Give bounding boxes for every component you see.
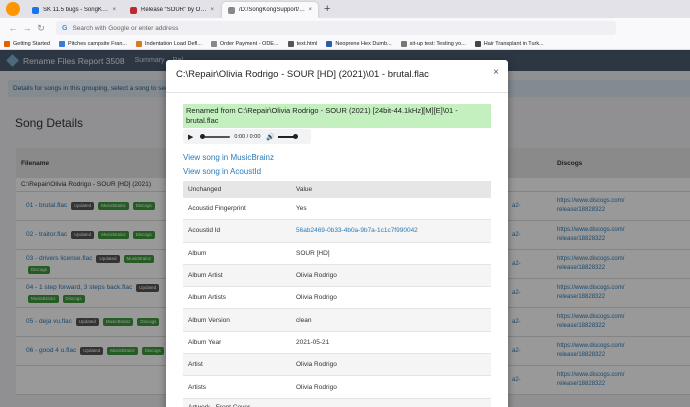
browser-tab-bar: SK 11.5 bugs - SongKong Musi × Release “… [0, 0, 690, 18]
bookmark-item[interactable]: Order Payment - ODE... [210, 40, 279, 47]
table-row: Album Artists Olivia Rodrigo [183, 287, 491, 310]
tab-label: /D:/SongKongSupport/daren.p [239, 7, 306, 13]
field-value: Olivia Rodrigo [296, 383, 337, 391]
table-row: Acoustid Fingerprint Yes [183, 198, 491, 221]
volume-slider[interactable] [278, 133, 299, 139]
address-placeholder: Search with Google or enter address [72, 24, 179, 32]
browser-tab-1[interactable]: SK 11.5 bugs - SongKong Musi × [26, 2, 122, 18]
metadata-table: Unchanged Value Acoustid Fingerprint Yes … [183, 181, 491, 407]
field-value: SOUR [HD] [296, 249, 330, 257]
bookmark-item[interactable]: sit-up test: Testing yo... [400, 40, 466, 47]
field-key: Acoustid Fingerprint [188, 205, 246, 213]
field-key: Album Year [188, 338, 222, 346]
field-key: Album Artists [188, 294, 226, 302]
field-value: clean [296, 316, 312, 324]
bookmark-icon [287, 40, 294, 47]
table-row: Album Year 2021-05-21 [183, 332, 491, 355]
bookmark-item[interactable]: Hair Transplant in Turk... [474, 40, 544, 47]
field-key: Album [188, 249, 207, 257]
volume-icon[interactable]: 🔊 [266, 133, 275, 141]
bookmark-item[interactable]: Neoprene Hex Dumb... [326, 40, 392, 47]
bookmark-item[interactable]: Pitches campsite Fran... [59, 40, 127, 47]
bookmark-icon [326, 40, 333, 47]
tab-label: SK 11.5 bugs - SongKong Musi [43, 7, 110, 13]
acoustid-link[interactable]: View song in AcoustId [183, 167, 261, 176]
tab-favicon-icon [32, 6, 39, 14]
new-tab-button[interactable]: + [324, 3, 330, 15]
bookmarks-bar: Getting Started Pitches campsite Fran...… [0, 38, 690, 50]
close-tab-icon[interactable]: × [112, 7, 116, 13]
play-icon[interactable]: ▶ [188, 133, 193, 141]
reload-icon[interactable]: ↻ [34, 23, 48, 34]
bookmark-icon [59, 40, 65, 47]
renamed-from-notice: Renamed from C:\Repair\Olivia Rodrigo - … [183, 104, 491, 128]
bookmark-icon [136, 40, 142, 47]
column-value: Value [296, 186, 313, 193]
field-key: Album Version [188, 316, 230, 324]
table-row: Artist Olivia Rodrigo [183, 354, 491, 377]
field-key: Artists [188, 383, 207, 391]
tab-favicon-icon [228, 6, 235, 14]
table-row: Album SOUR [HD] [183, 243, 491, 265]
table-row: Album Version clean [183, 309, 491, 332]
forward-icon[interactable]: → [20, 23, 34, 33]
tab-favicon-icon [130, 6, 137, 14]
column-unchanged: Unchanged [188, 186, 222, 193]
musicbrainz-link[interactable]: View song in MusicBrainz [183, 153, 274, 162]
field-key: Album Artist [188, 272, 223, 280]
audio-time: 0:00 / 0:00 [234, 133, 261, 140]
field-value: 2021-05-21 [296, 338, 330, 346]
bookmark-icon [400, 40, 407, 47]
acoustid-id-link[interactable]: 56ab2469-0b33-4b0a-9b7a-1c1c7f990042 [296, 227, 491, 234]
search-engine-icon: G [62, 24, 68, 32]
table-row: Artwork - Front Cover [183, 398, 491, 407]
bookmark-item[interactable]: text.html [287, 40, 317, 47]
firefox-view-icon[interactable] [6, 2, 20, 16]
metadata-table-header: Unchanged Value [183, 181, 491, 198]
browser-tab-2[interactable]: Release “SOUR” by Olivia Rodri × [124, 2, 220, 18]
bookmark-icon [474, 40, 481, 47]
table-row: Acoustid Id 56ab2469-0b33-4b0a-9b7a-1c1c7… [183, 220, 491, 243]
bookmark-icon [210, 40, 217, 47]
field-value: Olivia Rodrigo [296, 294, 337, 302]
modal-divider [166, 92, 508, 93]
seek-slider[interactable] [200, 133, 231, 139]
back-icon[interactable]: ← [6, 23, 20, 33]
field-key: Acoustid Id [188, 227, 221, 235]
address-bar[interactable]: G Search with Google or enter address [56, 21, 616, 35]
close-tab-icon[interactable]: × [308, 7, 312, 13]
field-key: Artist [188, 361, 203, 369]
browser-tab-3[interactable]: /D:/SongKongSupport/daren.p × [222, 2, 318, 18]
close-tab-icon[interactable]: × [210, 7, 214, 13]
table-row: Album Artist Olivia Rodrigo [183, 264, 491, 288]
audio-player[interactable]: ▶ 0:00 / 0:00 🔊 [183, 129, 311, 144]
browser-nav-bar: ← → ↻ G Search with Google or enter addr… [0, 18, 690, 38]
bookmark-item[interactable]: Getting Started [4, 40, 50, 47]
bookmark-item[interactable]: Indentation Load Defl... [136, 40, 202, 47]
bookmark-icon [4, 40, 10, 47]
song-detail-modal: C:\Repair\Olivia Rodrigo - SOUR [HD] (20… [166, 60, 508, 407]
field-value: Olivia Rodrigo [296, 272, 337, 280]
modal-title: C:\Repair\Olivia Rodrigo - SOUR [HD] (20… [176, 69, 429, 80]
close-icon[interactable]: × [493, 67, 499, 78]
tab-label: Release “SOUR” by Olivia Rodri [141, 7, 207, 13]
table-row: Artists Olivia Rodrigo [183, 376, 491, 399]
field-value: Yes [296, 205, 307, 213]
field-value: Olivia Rodrigo [296, 361, 337, 369]
